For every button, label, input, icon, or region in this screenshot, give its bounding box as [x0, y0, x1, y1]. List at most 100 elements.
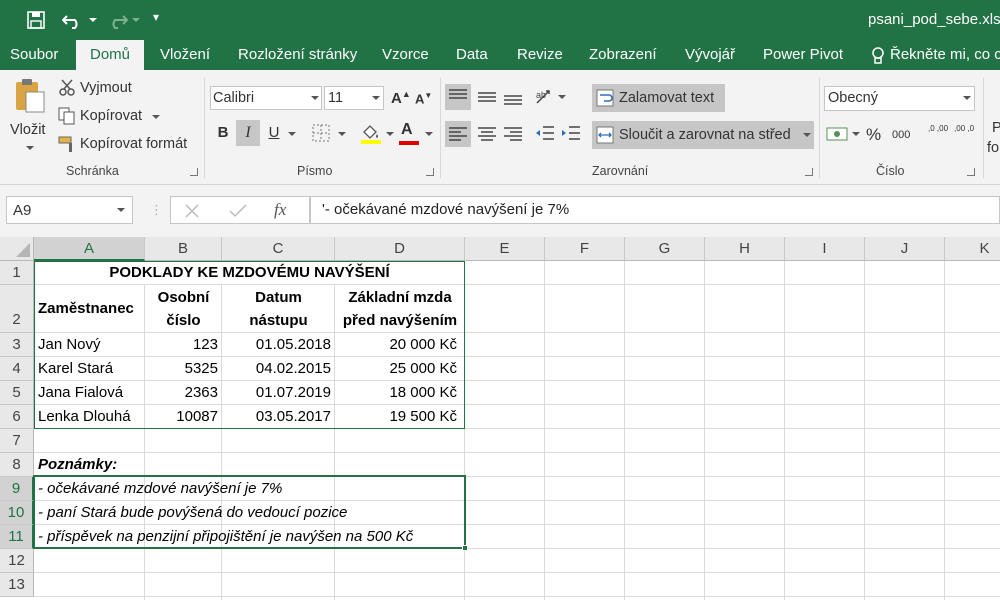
align-center-icon[interactable] [474, 121, 500, 147]
decrease-indent-icon[interactable] [534, 122, 556, 144]
font-launcher-icon[interactable] [426, 168, 434, 176]
orientation-icon[interactable]: ab [534, 86, 556, 108]
row-header-13[interactable]: 13 [0, 573, 34, 597]
clipboard-launcher-icon[interactable] [190, 168, 198, 176]
column-header-j[interactable]: J [865, 237, 945, 261]
column-header-c[interactable]: C [222, 237, 335, 261]
font-size-dropdown-icon[interactable] [372, 96, 380, 100]
borders-icon[interactable] [312, 124, 332, 142]
column-header-d[interactable]: D [335, 237, 465, 261]
tab-review[interactable]: Revize [517, 40, 563, 70]
tab-file[interactable]: Soubor [10, 40, 58, 70]
tab-data[interactable]: Data [456, 40, 488, 70]
redo-icon[interactable] [106, 10, 128, 30]
column-header-i[interactable]: I [785, 237, 865, 261]
styles-group-cut-line1[interactable]: P [992, 120, 1000, 136]
header-personal-no-line1[interactable]: Osobní [145, 287, 222, 309]
shrink-font-icon[interactable]: A▼ [415, 91, 432, 106]
cell-id[interactable]: 2363 [145, 381, 222, 405]
align-right-icon[interactable] [500, 121, 526, 147]
tab-page-layout[interactable]: Rozložení stránky [238, 40, 357, 70]
formula-bar-resize-icon[interactable]: ⋮ [150, 202, 163, 218]
copy-icon[interactable] [58, 107, 76, 125]
align-left-button[interactable] [445, 121, 471, 147]
paste-button[interactable]: Vložit [10, 122, 45, 138]
header-date-line1[interactable]: Datum [222, 287, 335, 309]
number-format-dropdown-icon[interactable] [963, 96, 971, 100]
row-header-5[interactable]: 5 [0, 381, 34, 405]
styles-group-cut-line2[interactable]: fo [987, 140, 999, 156]
font-color-dropdown-icon[interactable] [425, 132, 433, 136]
header-salary-line2[interactable]: před navýšením [335, 310, 465, 332]
column-header-g[interactable]: G [625, 237, 705, 261]
cell-salary[interactable]: 20 000 Kč [335, 333, 461, 357]
cell-name[interactable]: Jana Fialová [34, 381, 145, 405]
merge-dropdown-icon[interactable] [803, 133, 811, 137]
column-header-k[interactable]: K [945, 237, 1000, 261]
format-painter-button[interactable]: Kopírovat formát [80, 136, 187, 152]
accounting-format-icon[interactable] [826, 124, 850, 144]
tab-view[interactable]: Zobrazení [589, 40, 657, 70]
row-header-6[interactable]: 6 [0, 405, 34, 429]
paste-icon[interactable] [14, 78, 46, 114]
cell-date[interactable]: 04.02.2015 [222, 357, 335, 381]
comma-style-button[interactable]: 000 [892, 129, 910, 141]
accounting-dropdown-icon[interactable] [852, 132, 860, 136]
fill-color-dropdown-icon[interactable] [386, 132, 394, 136]
italic-button[interactable]: I [236, 120, 260, 146]
row-header-12[interactable]: 12 [0, 549, 34, 573]
row-header-8[interactable]: 8 [0, 453, 34, 477]
name-box-dropdown-icon[interactable] [117, 208, 125, 212]
font-name-dropdown-icon[interactable] [311, 96, 319, 100]
cell-salary[interactable]: 19 500 Kč [335, 405, 461, 429]
header-salary-line1[interactable]: Základní mzda [335, 287, 465, 309]
notes-title[interactable]: Poznámky: [34, 453, 121, 477]
increase-indent-icon[interactable] [560, 122, 582, 144]
select-all-button[interactable] [0, 237, 34, 261]
font-color-icon[interactable]: A [401, 121, 413, 139]
fill-handle[interactable] [462, 545, 468, 551]
cell-salary[interactable]: 18 000 Kč [335, 381, 461, 405]
paste-dropdown-icon[interactable] [26, 146, 34, 150]
borders-dropdown-icon[interactable] [338, 132, 346, 136]
tab-insert[interactable]: Vložení [160, 40, 210, 70]
worksheet-grid[interactable]: A B C D E F G H I J K 1 2 3 4 5 6 7 8 9 … [0, 237, 1000, 600]
column-header-h[interactable]: H [705, 237, 785, 261]
tab-home[interactable]: Domů [76, 40, 145, 70]
column-header-f[interactable]: F [545, 237, 625, 261]
underline-dropdown-icon[interactable] [288, 132, 296, 136]
tab-developer[interactable]: Vývojář [685, 40, 735, 70]
insert-function-icon[interactable]: fx [274, 200, 286, 220]
row-header-2[interactable]: 2 [0, 285, 34, 333]
header-date-line2[interactable]: nástupu [222, 310, 335, 332]
column-header-b[interactable]: B [145, 237, 222, 261]
row-header-10[interactable]: 10 [0, 501, 34, 525]
align-middle-icon[interactable] [474, 84, 500, 110]
decrease-decimal-button[interactable]: ,00 ,0 [954, 124, 974, 133]
enter-icon[interactable] [229, 204, 247, 218]
column-header-a[interactable]: A [34, 237, 145, 261]
header-employee[interactable]: Zaměstnanec [34, 285, 145, 333]
row-header-3[interactable]: 3 [0, 333, 34, 357]
customize-qat-icon[interactable]: ▾ [153, 10, 159, 24]
cell-id[interactable]: 10087 [145, 405, 222, 429]
cut-icon[interactable] [58, 79, 76, 97]
row-header-11[interactable]: 11 [0, 525, 34, 549]
align-bottom-icon[interactable] [500, 84, 526, 110]
tab-formulas[interactable]: Vzorce [382, 40, 429, 70]
row-header-9[interactable]: 9 [0, 477, 34, 501]
save-icon[interactable] [26, 10, 46, 30]
header-personal-no-line2[interactable]: číslo [145, 310, 222, 332]
redo-dropdown-icon[interactable] [132, 18, 140, 22]
grow-font-icon[interactable]: A▲ [391, 89, 411, 107]
cell-name[interactable]: Karel Stará [34, 357, 145, 381]
align-top-button[interactable] [445, 84, 471, 110]
row-header-7[interactable]: 7 [0, 429, 34, 453]
row-header-1[interactable]: 1 [0, 261, 34, 285]
row-header-4[interactable]: 4 [0, 357, 34, 381]
cell-salary[interactable]: 25 000 Kč [335, 357, 461, 381]
alignment-launcher-icon[interactable] [805, 168, 813, 176]
cell-date[interactable]: 03.05.2017 [222, 405, 335, 429]
undo-icon[interactable] [62, 10, 84, 30]
fill-color-icon[interactable] [360, 122, 382, 144]
